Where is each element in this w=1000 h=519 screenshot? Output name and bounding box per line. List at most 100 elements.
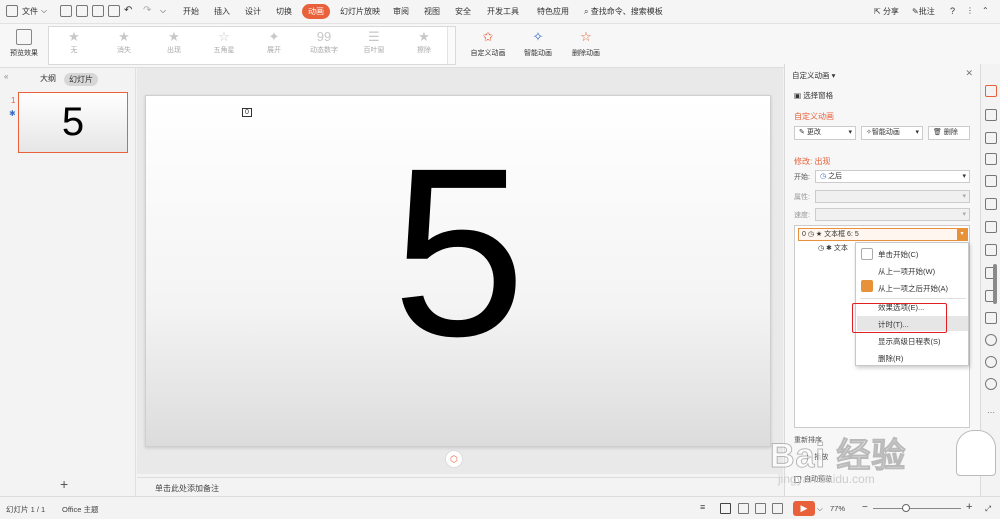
notes-placeholder: 单击此处添加备注 [155,484,219,493]
chevron-down-icon: ▾ [962,211,966,218]
notes-bar[interactable]: 单击此处添加备注 [137,477,783,496]
grid-view-icon[interactable] [772,503,783,514]
menu-item-on-click[interactable]: 单击开始(C) [878,249,918,260]
preview-effect-button[interactable]: 预览效果 [2,27,46,58]
notes-toggle-icon[interactable]: ≡ [700,502,705,512]
more-dots-icon[interactable]: ⋯ [987,408,995,417]
chevron-down-icon[interactable]: ⌵ [817,504,823,514]
gallery-item-dynamic-number[interactable]: 99 动态数字 [299,29,349,55]
document-icon[interactable] [985,221,997,233]
layers-icon[interactable] [985,132,997,144]
normal-view-icon[interactable] [720,503,731,514]
smart-animation-button[interactable]: ✧ 智能动画 [516,27,560,58]
item-dropdown-icon[interactable]: ▾ [957,229,967,240]
menu-animation[interactable]: 动画 [302,4,330,19]
zoom-slider-track[interactable] [873,508,961,509]
menu-features[interactable]: 特色应用 [537,6,569,17]
wps-logo-icon[interactable]: ⬡ [445,450,463,468]
slide-sorter-icon[interactable] [738,503,749,514]
slide-number: 1 [11,96,16,105]
menu-review[interactable]: 审阅 [393,6,409,17]
gallery-item-appear[interactable]: ★ 出现 [149,29,199,55]
transition-pane-icon[interactable] [985,109,997,121]
menu-item-with-previous[interactable]: 从上一项开始(W) [878,266,935,277]
comment-button[interactable]: ✎批注 [912,6,935,17]
slide-thumbnail[interactable]: 5 [18,92,128,153]
menu-item-remove[interactable]: 删除(R) [878,353,903,364]
change-button[interactable]: ✎ 更改 ▾ [794,126,856,140]
fit-window-icon[interactable]: ⤢ [985,504,991,514]
menu-home[interactable]: 开始 [183,6,199,17]
share-button[interactable]: ⇱ 分享 [874,6,899,17]
add-slide-button[interactable]: + [60,476,68,492]
zoom-out-button[interactable]: − [862,502,868,513]
animation-pane-icon[interactable] [985,85,997,97]
vertical-scrollbar[interactable] [993,264,997,304]
print-preview-icon[interactable] [108,5,120,17]
gallery-scroll[interactable] [447,27,455,64]
history-icon[interactable] [985,356,997,368]
animation-item-selected[interactable]: 0 ◷ ★ 文本框 6: 5 ▾ [798,228,968,241]
more-chevron-icon[interactable]: ⌵ [160,6,166,16]
settings-sliders-icon[interactable] [985,198,997,210]
collapse-panel-icon[interactable]: « [4,72,8,81]
delete-button[interactable]: 🗑 删除 [928,126,970,140]
undo-icon[interactable]: ↶ [124,5,132,16]
baidu-watermark: Bai 经验 jingyan.baidu.com [769,428,1000,498]
save-icon[interactable] [60,5,72,17]
menu-view[interactable]: 视图 [424,6,440,17]
menu-slideshow[interactable]: 幻灯片放映 [340,6,380,17]
gallery-label: 出现 [167,47,181,54]
menu-insert[interactable]: 插入 [214,6,230,17]
play-slideshow-button[interactable]: ▶ [793,501,815,516]
zoom-slider-thumb[interactable] [902,504,910,512]
menu-design[interactable]: 设计 [245,6,261,17]
print-icon[interactable] [92,5,104,17]
help-icon[interactable] [985,378,997,390]
share-out-icon[interactable] [985,244,997,256]
gallery-item-none[interactable]: ★ 无 [49,29,99,55]
menu-developer[interactable]: 开发工具 [487,6,519,17]
audio-icon[interactable] [985,312,997,324]
status-bar: 幻灯片 1 / 1 Office 主题 ≡ ▶ ⌵ 77% − + ⤢ [0,496,1000,519]
more-icon[interactable]: ⋮ [966,6,974,15]
smart-animation-pane-button[interactable]: ✧智能动画 ▾ [861,126,923,140]
close-icon[interactable]: ✕ [965,68,973,79]
gallery-item-star[interactable]: ☆ 五角星 [199,29,249,55]
help-button[interactable]: ? [950,6,955,16]
select-pane-link[interactable]: ▣ 选择窗格 [794,90,833,101]
gallery-item-blinds[interactable]: ☰ 百叶窗 [349,29,399,55]
info-icon[interactable] [985,334,997,346]
chevron-down-icon: ▾ [962,173,966,180]
menu-item-after-previous[interactable]: 从上一项之后开始(A) [878,283,948,294]
tab-slides[interactable]: 幻灯片 [64,73,98,86]
gallery-item-expand[interactable]: ✦ 展开 [249,29,299,55]
tab-outline[interactable]: 大纲 [40,73,56,84]
slide[interactable]: 0 5 [145,95,771,447]
menu-security[interactable]: 安全 [455,6,471,17]
collapse-ribbon-icon[interactable]: ⌃ [982,6,989,15]
share-label: 分享 [882,7,899,16]
design-icon[interactable] [985,175,997,187]
delete-animation-button[interactable]: ☆ 删除动画 [564,27,608,58]
command-search[interactable]: ⌕ 查找命令、搜索模板 [584,6,663,17]
slide-textbox[interactable]: 5 [146,132,772,372]
slide-info: 幻灯片 1 / 1 [6,505,46,514]
start-select[interactable]: ◷ 之后 ▾ [815,170,970,183]
file-menu-icon[interactable] [6,5,18,17]
reading-view-icon[interactable] [755,503,766,514]
chevron-down-icon[interactable]: ⌵ [41,6,47,16]
export-icon[interactable] [76,5,88,17]
zoom-level[interactable]: 77% [830,504,845,513]
custom-animation-button[interactable]: ✩ 自定义动画 [466,27,510,58]
gallery-item-disappear[interactable]: ★ 消失 [99,29,149,55]
zoom-in-button[interactable]: + [966,501,972,513]
file-menu[interactable]: 文件 [22,6,38,17]
redo-icon[interactable]: ↷ [143,5,151,16]
pencil-icon: ✎ [799,129,805,136]
menu-transition[interactable]: 切换 [276,6,292,17]
menu-item-advanced-timeline[interactable]: 显示高级日程表(S) [878,336,941,347]
pane-title[interactable]: 自定义动画 ▾ [792,70,835,81]
shape-icon[interactable] [985,153,997,165]
gallery-item-wipe[interactable]: ★ 擦除 [399,29,449,55]
